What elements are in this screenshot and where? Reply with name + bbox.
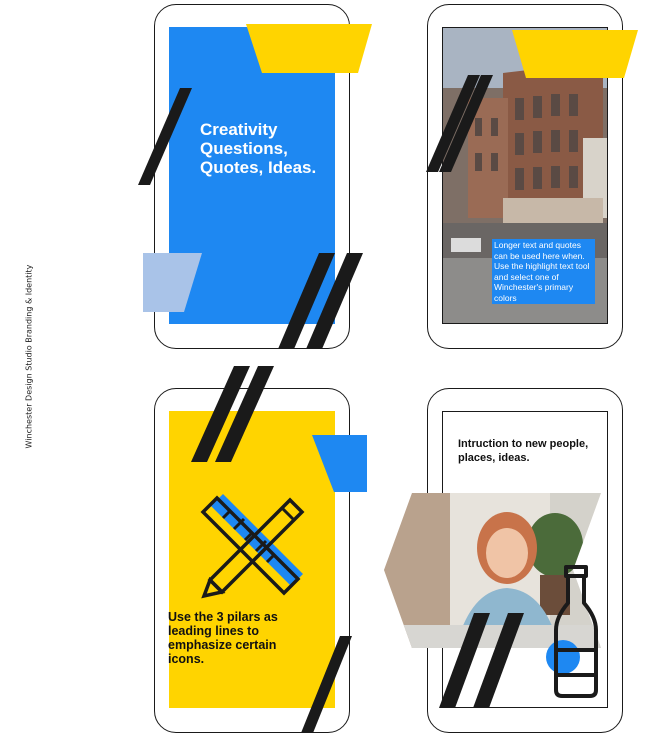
side-caption: Winchester Design Studio Branding & Iden… xyxy=(24,264,34,449)
card-2-highlight-text: Longer text and quotes can be used here … xyxy=(492,239,595,304)
card-4-heading: Intruction to new people, places, ideas. xyxy=(458,438,589,464)
card-3-heading: Use the 3 pilars as leading lines to emp… xyxy=(168,610,278,666)
card-1-heading: Creativity Questions, Quotes, Ideas. xyxy=(200,120,317,177)
phone-frame-3 xyxy=(154,388,350,733)
